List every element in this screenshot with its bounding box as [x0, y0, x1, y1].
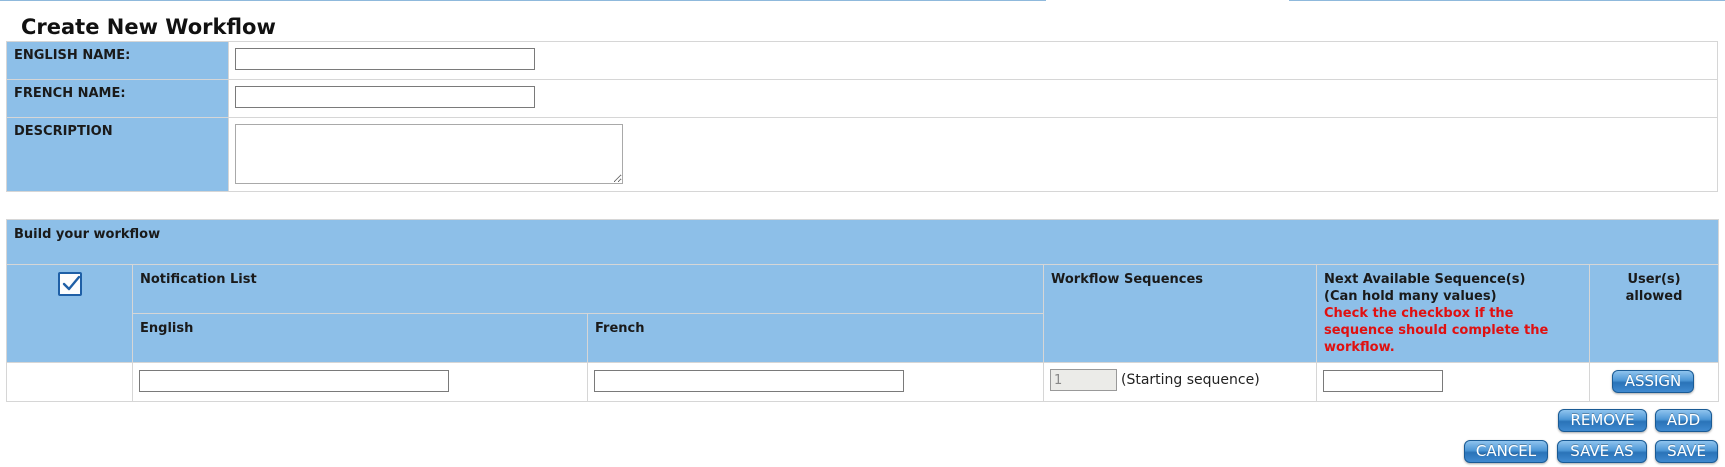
english-name-label: ENGLISH NAME:	[6, 41, 229, 80]
section-title: Build your workflow	[5, 219, 1720, 265]
top-border-left	[0, 0, 1046, 1]
english-column-header: English	[132, 313, 588, 363]
next-available-subtitle: (Can hold many values)	[1324, 289, 1497, 304]
complete-workflow-note: Check the checkbox if the sequence shoul…	[1324, 306, 1549, 355]
english-notification-input[interactable]	[139, 369, 449, 392]
french-notification-input[interactable]	[594, 369, 904, 392]
starting-sequence-note: (Starting sequence)	[1121, 372, 1260, 388]
remove-button[interactable]: REMOVE	[1558, 409, 1647, 432]
top-border-right	[1289, 0, 1725, 1]
table-row: (Starting sequence) ASSIGN	[6, 362, 1720, 402]
cancel-button[interactable]: CANCEL	[1464, 440, 1548, 463]
sequence-number-input	[1050, 369, 1117, 391]
notification-list-header: Notification List	[132, 264, 1044, 314]
next-available-title: Next Available Sequence(s)	[1324, 272, 1526, 287]
next-sequence-input[interactable]	[1323, 369, 1443, 392]
save-button[interactable]: SAVE	[1655, 440, 1718, 463]
description-textarea[interactable]	[235, 124, 623, 184]
french-name-label: FRENCH NAME:	[6, 79, 229, 118]
french-column-header: French	[587, 313, 1044, 363]
page-title: Create New Workflow	[21, 15, 276, 39]
workflow-sequences-header: Workflow Sequences	[1043, 264, 1317, 363]
save-as-button[interactable]: SAVE AS	[1557, 440, 1647, 463]
description-label: DESCRIPTION	[6, 117, 229, 192]
checkmark-icon	[62, 275, 80, 291]
users-allowed-header: User(s) allowed	[1588, 264, 1720, 363]
english-name-input[interactable]	[235, 48, 535, 70]
workflow-builder-table: Build your workflow Notification List Wo…	[5, 219, 1720, 402]
next-available-header: Next Available Sequence(s) (Can hold man…	[1316, 264, 1590, 363]
select-all-checkbox[interactable]	[57, 272, 82, 296]
assign-button[interactable]: ASSIGN	[1612, 370, 1694, 393]
french-name-input[interactable]	[235, 86, 535, 108]
workflow-details-form: ENGLISH NAME: FRENCH NAME: DESCRIPTION	[6, 41, 1718, 192]
add-button[interactable]: ADD	[1655, 409, 1712, 432]
